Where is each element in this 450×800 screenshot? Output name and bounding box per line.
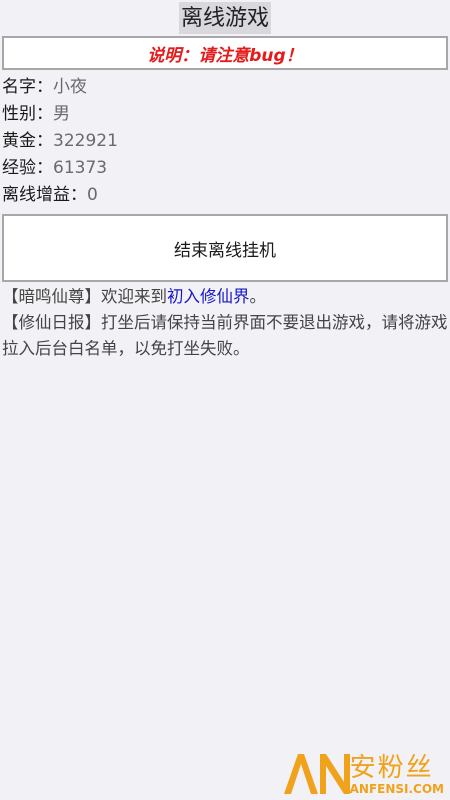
end-offline-idle-label: 结束离线挂机 [174, 240, 276, 261]
stat-value: 小夜 [53, 77, 87, 97]
log-text: 【修仙日报】打坐后请保持当前界面不要退出游戏，请将游戏拉入后台白名单，以免打坐失… [2, 313, 448, 358]
log-text: 【暗鸣仙尊】欢迎来到 [2, 287, 167, 306]
header: 离线游戏 [0, 0, 450, 36]
watermark-logo-icon [283, 754, 350, 794]
watermark-cn: 安粉丝 [349, 753, 434, 783]
stat-row-offline-gain: 离线增益：0 [0, 182, 450, 209]
watermark-en: ANFENSI.COM [349, 782, 444, 796]
stat-row-name: 名字：小夜 [0, 74, 450, 101]
stat-label: 黄金： [2, 131, 53, 151]
location-link[interactable]: 初入修仙界 [167, 287, 250, 306]
message-log: 【暗鸣仙尊】欢迎来到初入修仙界。 【修仙日报】打坐后请保持当前界面不要退出游戏，… [0, 282, 450, 362]
stat-row-gold: 黄金：322921 [0, 128, 450, 155]
stat-label: 性别： [2, 104, 53, 124]
stat-value: 男 [53, 104, 70, 124]
notice-box: 说明：请注意bug！ [2, 36, 448, 70]
log-text: 。 [249, 287, 267, 306]
watermark: 安粉丝 ANFENSI.COM [282, 750, 444, 796]
notice-text: 说明：请注意bug！ [147, 45, 303, 66]
stat-value: 322921 [53, 131, 118, 151]
end-offline-idle-button[interactable]: 结束离线挂机 [2, 214, 448, 282]
stat-label: 离线增益： [2, 185, 87, 205]
stat-label: 名字： [2, 77, 53, 97]
log-line: 【暗鸣仙尊】欢迎来到初入修仙界。 [2, 284, 448, 310]
log-line: 【修仙日报】打坐后请保持当前界面不要退出游戏，请将游戏拉入后台白名单，以免打坐失… [2, 310, 448, 362]
stat-value: 61373 [53, 158, 108, 178]
stat-row-exp: 经验：61373 [0, 155, 450, 182]
page-title: 离线游戏 [178, 2, 271, 34]
player-stats: 名字：小夜 性别：男 黄金：322921 经验：61373 离线增益：0 [0, 74, 450, 209]
stat-value: 0 [87, 185, 98, 205]
stat-label: 经验： [2, 158, 53, 178]
stat-row-gender: 性别：男 [0, 101, 450, 128]
